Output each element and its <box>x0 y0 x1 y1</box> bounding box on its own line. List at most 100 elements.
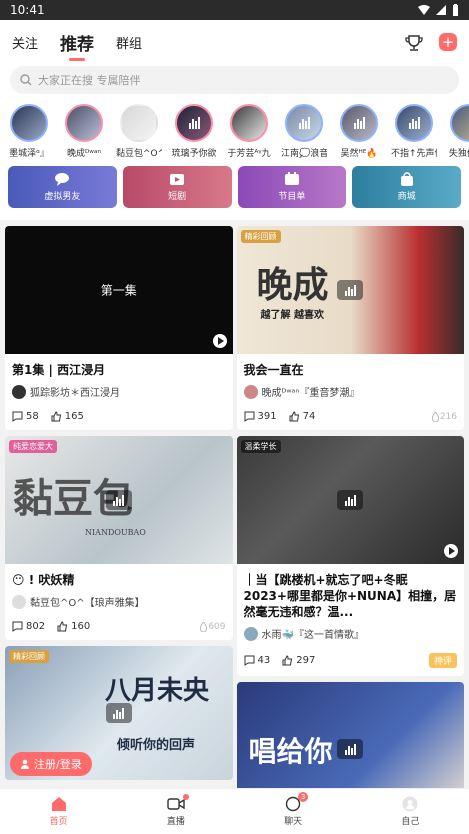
status-bar: 10:41 <box>0 0 469 20</box>
thumbnail-title: 晚成 <box>256 264 329 306</box>
card-title: 😶 ! 吠妖精 <box>12 573 75 587</box>
like-count[interactable]: 165 <box>51 411 84 422</box>
avatar <box>10 104 48 142</box>
thumbnail-title: 唱给你 <box>248 735 333 768</box>
featured-comment-badge: 神评 <box>428 653 457 668</box>
avatar <box>120 104 158 142</box>
nav-profile[interactable]: 自己 <box>352 789 469 834</box>
feed-grid: 第一集 第1集 | 西江浸月 狐踪影坊＊西江浸月 58 165 纯爱恋爱大 黏豆… <box>0 220 469 816</box>
view-count: 216 <box>431 411 457 422</box>
avatar-item[interactable]: 不指↑先声传 <box>391 104 437 162</box>
quick-short-drama[interactable]: 短剧 <box>122 166 232 208</box>
play-icon[interactable] <box>212 334 227 348</box>
avatar-item[interactable]: 墨城泽ᵅ』 <box>6 104 52 162</box>
tab-following[interactable]: 关注 <box>12 33 38 52</box>
card-thumbnail: 温柔学长 <box>236 436 464 564</box>
comment-count[interactable]: 802 <box>12 621 45 632</box>
card-tag: 精彩回顾 <box>240 230 281 243</box>
quick-virtual-boyfriend[interactable]: 虚拟男友 <box>8 166 117 208</box>
top-tabs: 关注 推荐 群组 + <box>0 20 469 64</box>
avatar <box>175 104 213 142</box>
avatar-item[interactable]: 黏豆包^O^ <box>116 104 162 162</box>
trophy-icon[interactable] <box>405 34 423 52</box>
feed-card[interactable]: 纯爱恋爱大 黏豆包 NIANDOUBAO 😶 ! 吠妖精 黏豆包^O^【琅声雅集… <box>5 436 233 640</box>
search-bar[interactable]: 大家正在搜 专属陪伴 <box>10 66 459 94</box>
card-tag: 精彩回顾 <box>9 650 49 663</box>
audio-bars-icon <box>298 117 310 129</box>
status-icons <box>418 4 459 16</box>
comment-count[interactable]: 391 <box>244 411 277 422</box>
avatar <box>65 104 103 142</box>
card-stats: 802 160 609 <box>12 621 226 632</box>
bottom-nav: 首页 直播 3 聊天 自己 <box>0 788 469 834</box>
profile-avatar-icon <box>402 796 418 812</box>
quick-program-list[interactable]: 节目单 <box>237 166 347 208</box>
comment-icon <box>244 655 254 666</box>
calendar-icon <box>284 172 299 185</box>
card-title: 我会一直在 <box>243 363 304 377</box>
thumbs-up-icon <box>282 655 293 666</box>
comment-icon <box>244 411 254 422</box>
avatar <box>340 104 378 142</box>
audio-bars-icon <box>105 703 132 723</box>
wifi-icon <box>418 5 430 15</box>
nav-live[interactable]: 直播 <box>117 789 234 834</box>
create-post-button[interactable]: + <box>439 33 457 51</box>
avatar-item[interactable]: 失独佳佳ᴴ <box>446 104 469 162</box>
thumbnail-subtitle: 越了解 越喜欢 <box>260 310 324 321</box>
shopping-bag-icon <box>400 172 413 186</box>
user-icon <box>21 759 29 769</box>
avatar-item[interactable]: 于芳芸ᴬᵞ九 <box>226 104 272 162</box>
avatar <box>230 104 268 142</box>
quick-links: 虚拟男友 短剧 节目单 商城 <box>0 162 469 220</box>
like-count[interactable]: 297 <box>282 655 315 666</box>
thumbs-up-icon <box>51 411 61 422</box>
feed-card[interactable]: 第一集 第1集 | 西江浸月 狐踪影坊＊西江浸月 58 165 <box>5 226 233 430</box>
feed-card[interactable]: 温柔学长 ｜当【跳楼机+就忘了吧+冬眠2023+哪里都是你+NUNA】相撞，居然… <box>236 436 464 676</box>
feed-card[interactable]: 精彩回顾 晚成 越了解 越喜欢 我会一直在 晚成ᴰʷᵃⁿ『重音梦潮』 391 7… <box>236 226 464 430</box>
comment-count[interactable]: 43 <box>244 655 270 666</box>
film-icon <box>170 174 185 185</box>
avatar <box>395 104 433 142</box>
thumbnail-subtitle: NIANDOUBAO <box>85 528 146 537</box>
flame-icon <box>431 411 439 422</box>
chat-badge: 3 <box>298 792 309 802</box>
avatar <box>12 384 26 399</box>
card-title: 第1集 | 西江浸月 <box>12 363 106 377</box>
avatar-item[interactable]: 吴然ᴴᴱ🔥 <box>336 104 382 162</box>
nav-home[interactable]: 首页 <box>0 789 117 834</box>
like-count[interactable]: 74 <box>289 411 315 422</box>
play-icon[interactable] <box>444 544 458 558</box>
audio-bars-icon <box>337 739 364 759</box>
tab-groups[interactable]: 群组 <box>116 33 142 52</box>
view-count: 609 <box>199 621 226 632</box>
avatar <box>12 594 26 609</box>
card-thumbnail: 第一集 <box>5 226 233 354</box>
card-title: ｜当【跳楼机+就忘了吧+冬眠2023+哪里都是你+NUNA】相撞，居然毫无违和感… <box>243 573 457 619</box>
audio-bars-icon <box>337 280 364 300</box>
video-camera-icon <box>167 798 185 810</box>
card-thumbnail: 纯爱恋爱大 黏豆包 NIANDOUBAO <box>5 436 233 564</box>
register-login-button[interactable]: 注册/登录 <box>10 752 92 776</box>
comment-count[interactable]: 58 <box>12 411 39 422</box>
tab-recommend[interactable]: 推荐 <box>60 30 94 55</box>
card-stats: 58 165 <box>12 411 226 422</box>
avatar-item[interactable]: 江南💭浪音 <box>281 104 327 162</box>
comment-icon <box>12 411 23 422</box>
feed-column-right: 精彩回顾 晚成 越了解 越喜欢 我会一直在 晚成ᴰʷᵃⁿ『重音梦潮』 391 7… <box>236 226 464 816</box>
quick-shop[interactable]: 商城 <box>352 166 461 208</box>
card-author[interactable]: 水雨🐳『这一首情歌』 <box>243 626 458 641</box>
audio-bars-icon <box>105 490 132 510</box>
nav-chat[interactable]: 3 聊天 <box>235 789 352 834</box>
comment-icon <box>12 621 23 632</box>
status-time: 10:41 <box>10 3 45 17</box>
card-author[interactable]: 晚成ᴰʷᵃⁿ『重音梦潮』 <box>243 384 458 399</box>
chat-bubble-icon <box>55 173 70 186</box>
like-count[interactable]: 160 <box>57 621 90 632</box>
card-author[interactable]: 狐踪影坊＊西江浸月 <box>12 384 226 399</box>
avatar <box>285 104 323 142</box>
avatar-item[interactable]: 晚成ᴰʷᵃⁿ <box>61 104 107 162</box>
avatar-item[interactable]: 琉璃予你欲 <box>171 104 217 162</box>
thumbs-up-icon <box>289 411 299 422</box>
card-author[interactable]: 黏豆包^O^【琅声雅集】 <box>12 594 226 609</box>
